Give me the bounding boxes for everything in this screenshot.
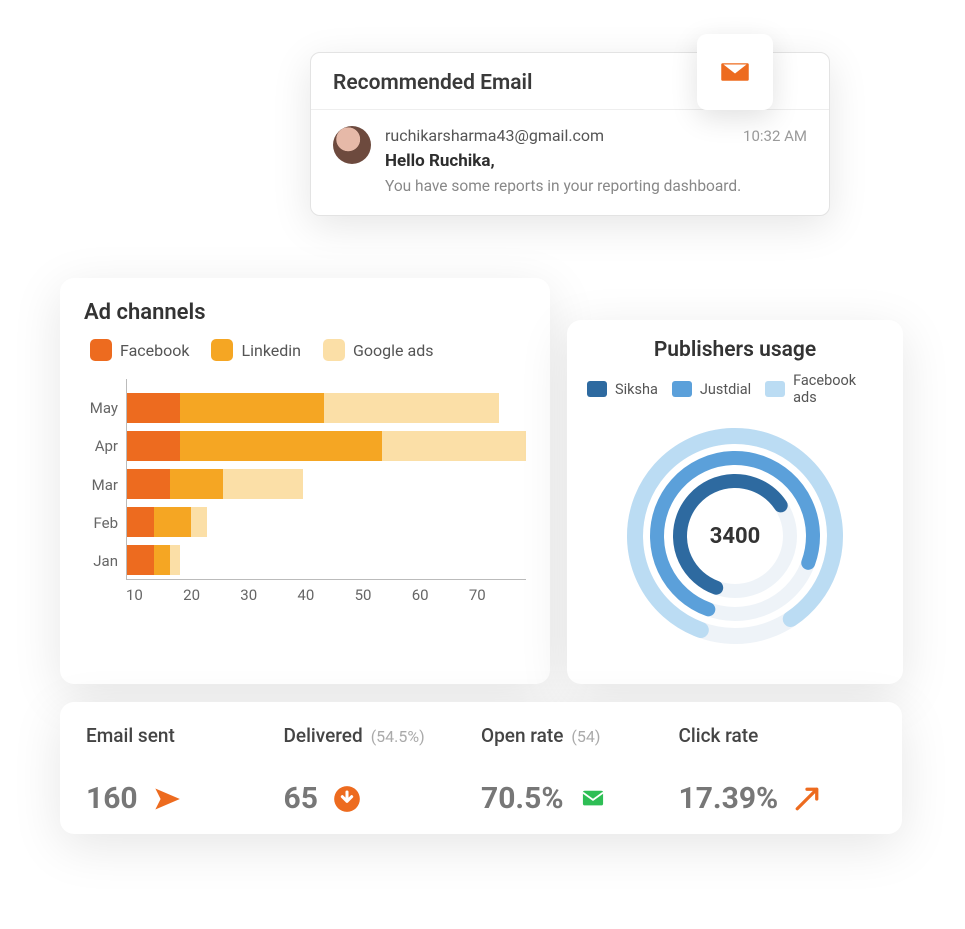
x-tick-label: 40	[297, 586, 354, 604]
y-tick-label: Apr	[84, 427, 126, 465]
down-circle-icon	[332, 784, 362, 814]
publishers-legend: Siksha Justdial Facebook ads	[587, 372, 883, 406]
stat-delivered: Delivered (54.5%) 65	[284, 724, 482, 816]
envelope-icon	[720, 57, 750, 87]
stat-value: 160	[86, 781, 138, 816]
bar-row	[127, 503, 526, 541]
bar-segment	[127, 507, 154, 537]
stat-label: Open rate	[481, 724, 563, 747]
bar-segment	[382, 431, 526, 461]
publishers-title: Publishers usage	[587, 338, 883, 362]
bar-row	[127, 465, 526, 503]
stat-label: Email sent	[86, 724, 175, 747]
email-address: ruchikarsharma43@gmail.com	[385, 126, 604, 145]
stat-sublabel: (54)	[571, 727, 600, 746]
stat-value: 70.5%	[481, 781, 564, 816]
swatch-googleads	[323, 339, 345, 361]
stat-sublabel: (54.5%)	[371, 727, 425, 746]
bar-row	[127, 389, 526, 427]
bar-segment	[180, 393, 324, 423]
envelope-icon	[578, 784, 608, 814]
stat-email-sent: Email sent 160	[86, 724, 284, 816]
bar-segment	[170, 545, 181, 575]
x-tick-label: 10	[126, 586, 183, 604]
publishers-card: Publishers usage Siksha Justdial Faceboo…	[567, 320, 903, 684]
swatch-linkedin	[211, 339, 233, 361]
stat-click-rate: Click rate 17.39%	[679, 724, 877, 816]
y-tick-label: Jan	[84, 542, 126, 580]
stat-value: 65	[284, 781, 318, 816]
legend-label-facebookads: Facebook ads	[793, 372, 883, 406]
legend-label-linkedin: Linkedin	[241, 341, 301, 360]
legend-label-googleads: Google ads	[353, 341, 433, 360]
send-icon	[152, 784, 182, 814]
email-snippet: You have some reports in your reporting …	[385, 177, 807, 195]
y-tick-label: Mar	[84, 466, 126, 504]
y-tick-label: Feb	[84, 504, 126, 542]
stat-open-rate: Open rate (54) 70.5%	[481, 724, 679, 816]
bar-segment	[180, 431, 382, 461]
avatar	[333, 126, 371, 164]
email-time: 10:32 AM	[743, 127, 807, 145]
stat-value: 17.39%	[679, 781, 779, 816]
x-tick-label: 30	[240, 586, 297, 604]
swatch-siksha	[587, 381, 607, 397]
bar-row	[127, 541, 526, 579]
swatch-justdial	[672, 381, 692, 397]
bar-chart: MayAprMarFebJan	[84, 379, 526, 580]
swatch-facebookads	[765, 381, 785, 397]
legend-label-justdial: Justdial	[700, 381, 751, 398]
email-stats-card: Email sent 160 Delivered (54.5%) 65	[60, 702, 902, 834]
bar-segment	[191, 507, 207, 537]
bar-segment	[127, 431, 180, 461]
swatch-facebook	[90, 339, 112, 361]
radial-center-value: 3400	[615, 416, 855, 656]
x-tick-label: 60	[412, 586, 469, 604]
x-tick-label: 70	[469, 586, 526, 604]
dashboard-canvas: Recommended Email ruchikarsharma43@gmail…	[0, 0, 965, 929]
email-greeting: Hello Ruchika,	[385, 151, 807, 171]
bar-segment	[154, 545, 170, 575]
stat-label: Click rate	[679, 724, 759, 747]
radial-chart: 3400	[615, 416, 855, 656]
ad-channels-title: Ad channels	[84, 300, 526, 325]
bar-segment	[127, 469, 170, 499]
legend-label-facebook: Facebook	[120, 341, 189, 360]
bar-segment	[127, 393, 180, 423]
ad-channels-legend: Facebook Linkedin Google ads	[90, 339, 526, 361]
stat-label: Delivered	[284, 724, 363, 747]
ad-channels-card: Ad channels Facebook Linkedin Google ads…	[60, 278, 550, 684]
email-icon-badge	[697, 34, 773, 110]
bar-segment	[127, 545, 154, 575]
bar-segment	[170, 469, 223, 499]
bar-segment	[154, 507, 191, 537]
x-tick-label: 20	[183, 586, 240, 604]
bar-segment	[223, 469, 303, 499]
x-tick-label: 50	[355, 586, 412, 604]
bar-row	[127, 427, 526, 465]
y-tick-label: May	[84, 389, 126, 427]
arrow-up-icon	[792, 784, 822, 814]
legend-label-siksha: Siksha	[615, 381, 658, 398]
bar-segment	[324, 393, 500, 423]
